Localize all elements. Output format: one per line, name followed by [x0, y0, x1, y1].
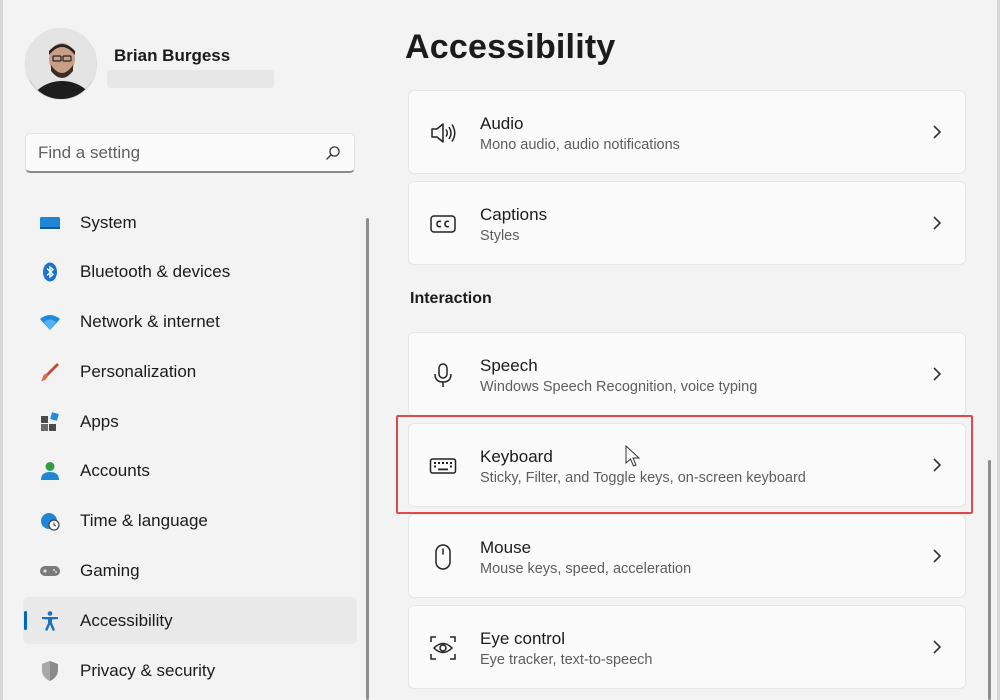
audio-title: Audio [480, 114, 524, 133]
chevron-right-icon [931, 548, 943, 564]
wifi-icon [39, 311, 61, 333]
mouse-title: Mouse [480, 538, 532, 557]
closed-captions-icon [429, 210, 457, 238]
system-icon [39, 212, 61, 234]
audio-card[interactable]: Audio Mono audio, audio notifications [408, 90, 966, 174]
keyboard-card[interactable]: Keyboard Sticky, Filter, and Toggle keys… [408, 423, 966, 507]
sidebar-item-label: Accounts [80, 461, 150, 481]
sidebar-item-bluetooth[interactable]: Bluetooth & devices [23, 249, 357, 296]
sidebar-item-label: Time & language [80, 511, 208, 531]
sidebar-item-time-language[interactable]: Time & language [23, 498, 357, 545]
eye-control-subtitle: Eye tracker, text-to-speech [480, 652, 653, 668]
mouse-icon [429, 543, 457, 571]
sidebar-item-privacy-security[interactable]: Privacy & security [23, 647, 357, 694]
search-box[interactable] [25, 133, 355, 173]
gamepad-icon [39, 560, 61, 582]
sidebar-item-label: Accessibility [80, 610, 173, 630]
apps-icon [39, 411, 61, 433]
sidebar-scrollbar[interactable] [366, 218, 369, 700]
speech-card[interactable]: Speech Windows Speech Recognition, voice… [408, 332, 966, 416]
profile-name: Brian Burgess [114, 46, 231, 65]
eye-tracker-icon [429, 634, 457, 662]
shield-icon [39, 660, 61, 682]
sidebar-item-system[interactable]: System [23, 199, 357, 246]
sidebar: Brian Burgess System Bluetooth & devices [3, 0, 370, 700]
sidebar-item-gaming[interactable]: Gaming [23, 548, 357, 595]
sidebar-item-accessibility[interactable]: Accessibility [23, 597, 357, 645]
chevron-right-icon [931, 124, 943, 140]
speech-title: Speech [480, 356, 538, 375]
sidebar-item-label: System [80, 212, 137, 232]
search-input[interactable] [38, 142, 324, 163]
avatar[interactable] [25, 28, 97, 100]
user-profile[interactable]: Brian Burgess [25, 28, 355, 106]
speech-subtitle: Windows Speech Recognition, voice typing [480, 379, 758, 395]
sidebar-item-label: Bluetooth & devices [80, 262, 231, 282]
sidebar-nav: System Bluetooth & devices Network & int… [23, 199, 357, 697]
sidebar-item-apps[interactable]: Apps [23, 398, 357, 445]
accessibility-icon [39, 610, 61, 632]
person-icon [39, 460, 61, 482]
mouse-card[interactable]: Mouse Mouse keys, speed, acceleration [408, 514, 966, 598]
sidebar-item-label: Gaming [80, 561, 140, 581]
mouse-subtitle: Mouse keys, speed, acceleration [480, 561, 692, 577]
sidebar-item-label: Apps [80, 411, 119, 431]
main-scrollbar[interactable] [988, 460, 991, 700]
search-icon[interactable] [324, 144, 342, 162]
captions-subtitle: Styles [480, 228, 520, 244]
sidebar-item-network[interactable]: Network & internet [23, 299, 357, 346]
sidebar-item-label: Network & internet [80, 312, 220, 332]
microphone-icon [429, 361, 457, 389]
chevron-right-icon [931, 366, 943, 382]
section-heading-interaction: Interaction [410, 290, 492, 307]
captions-title: Captions [480, 205, 548, 224]
keyboard-subtitle: Sticky, Filter, and Toggle keys, on-scre… [480, 470, 806, 486]
eye-control-title: Eye control [480, 629, 566, 648]
keyboard-icon [429, 452, 457, 480]
keyboard-title: Keyboard [480, 447, 553, 466]
sidebar-item-personalization[interactable]: Personalization [23, 348, 357, 395]
bluetooth-icon [39, 261, 61, 283]
eye-control-card[interactable]: Eye control Eye tracker, text-to-speech [408, 605, 966, 689]
clock-globe-icon [39, 510, 61, 532]
mouse-pointer-icon [625, 444, 643, 469]
speaker-icon [429, 119, 457, 147]
sidebar-item-accounts[interactable]: Accounts [23, 448, 357, 495]
sidebar-item-label: Personalization [80, 361, 197, 381]
sidebar-item-label: Privacy & security [80, 660, 216, 680]
chevron-right-icon [931, 639, 943, 655]
profile-email-redacted [107, 70, 274, 88]
audio-subtitle: Mono audio, audio notifications [480, 137, 680, 153]
page-title: Accessibility [405, 28, 616, 66]
chevron-right-icon [931, 457, 943, 473]
brush-icon [39, 361, 61, 383]
captions-card[interactable]: Captions Styles [408, 181, 966, 265]
chevron-right-icon [931, 215, 943, 231]
